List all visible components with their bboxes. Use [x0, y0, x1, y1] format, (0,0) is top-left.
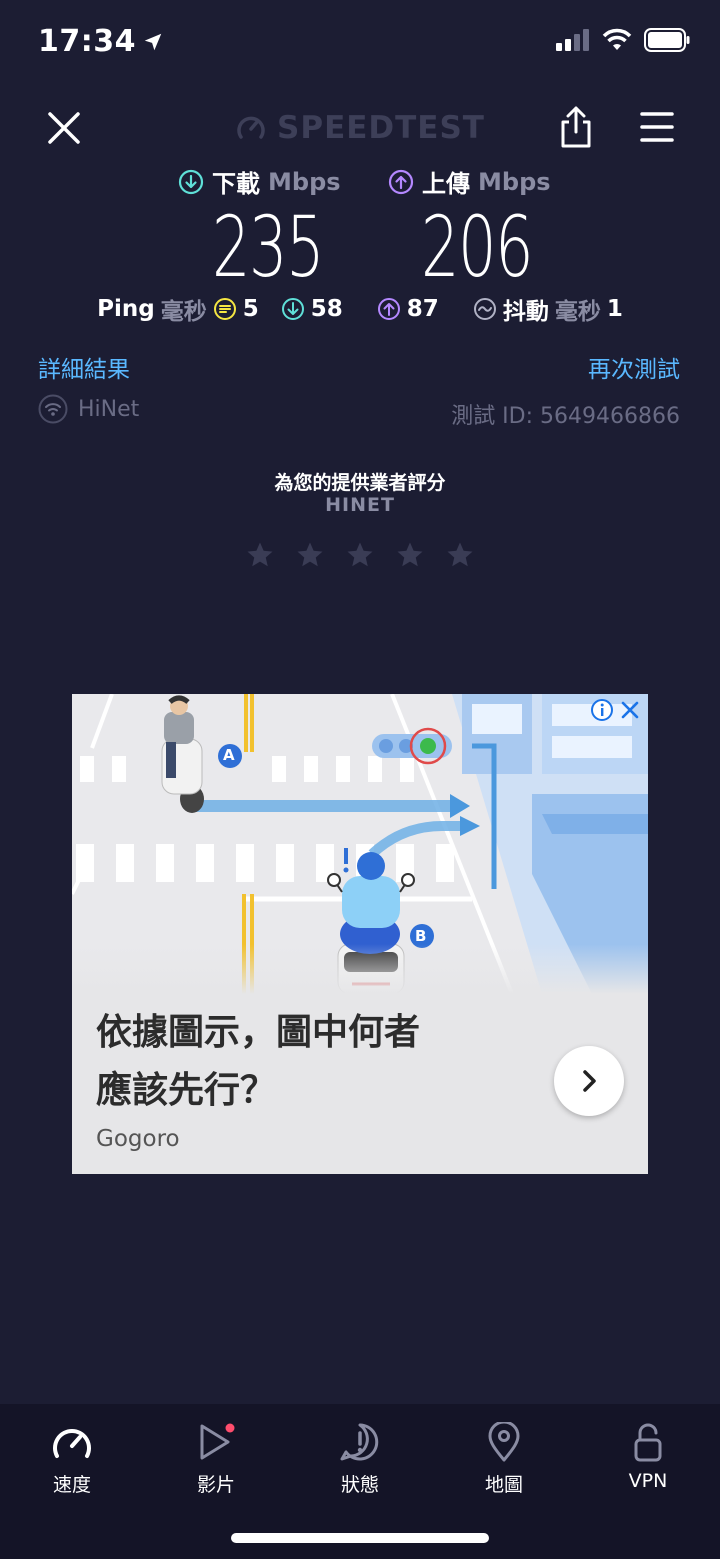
download-arrow-icon	[178, 169, 204, 194]
isp-info: HiNet	[38, 394, 139, 424]
ad-label-b: B	[415, 927, 427, 945]
star-4-icon[interactable]	[395, 540, 425, 570]
nav-map-label: 地圖	[484, 1474, 523, 1496]
speedtest-logo: SPEEDTEST	[0, 110, 720, 146]
alert-icon	[340, 1423, 379, 1461]
home-indicator[interactable]	[231, 1533, 489, 1543]
ping-idle-value: 5	[242, 296, 259, 322]
jitter: 抖動 毫秒 1	[473, 292, 623, 326]
nav-speed[interactable]: 速度	[12, 1422, 132, 1497]
ping-download-value: 58	[310, 296, 343, 322]
ad-label-a: A	[223, 746, 235, 764]
status-bar-indicators	[556, 28, 690, 52]
download-title: 下載	[212, 170, 260, 198]
ad-illustration	[72, 694, 648, 994]
cellular-signal-icon	[556, 29, 589, 51]
share-icon	[561, 106, 591, 148]
isp-name: HiNet	[78, 396, 140, 422]
location-arrow-icon	[144, 33, 162, 50]
ad-cta-button[interactable]	[554, 1046, 624, 1116]
speedtest-gauge-icon	[237, 116, 265, 139]
battery-icon	[644, 28, 690, 52]
ping-unit: 毫秒	[160, 299, 207, 325]
wifi-icon	[602, 28, 632, 50]
star-3-icon[interactable]	[345, 540, 375, 570]
ad-headline: 依據圖示，圖中何者 應該先行？	[96, 1004, 536, 1120]
idle-latency-icon	[213, 298, 236, 320]
rating-provider: HINET	[325, 494, 395, 516]
nav-vpn-label: VPN	[628, 1470, 668, 1492]
star-5-icon[interactable]	[445, 540, 475, 570]
ad-info-icon[interactable]	[590, 698, 614, 722]
ad-headline-line1: 依據圖示，圖中何者	[96, 1012, 421, 1053]
ping-idle: 5	[213, 296, 259, 322]
download-label: 下載 Mbps	[178, 164, 341, 199]
ping-download: 58	[281, 296, 343, 322]
map-pin-icon	[488, 1422, 520, 1462]
share-button[interactable]	[556, 104, 596, 150]
wifi-provider-icon	[38, 394, 68, 424]
ad-advertiser: Gogoro	[96, 1126, 180, 1152]
star-1-icon[interactable]	[245, 540, 275, 570]
test-id: 測試 ID: 5649466866	[451, 404, 680, 429]
nav-video-label: 影片	[196, 1474, 235, 1496]
nav-status-label: 狀態	[340, 1474, 379, 1496]
status-bar-time: 17:34	[38, 24, 164, 59]
download-unit: Mbps	[268, 167, 341, 196]
nav-video[interactable]: 影片	[156, 1422, 276, 1497]
upload-unit: Mbps	[478, 167, 551, 196]
brand-name: SPEEDTEST	[277, 110, 485, 146]
nav-speed-label: 速度	[52, 1474, 91, 1496]
jitter-icon	[473, 298, 496, 320]
play-icon	[200, 1423, 235, 1460]
rating-title: 為您的提供業者評分	[274, 472, 446, 494]
upload-label: 上傳 Mbps	[388, 164, 551, 199]
nav-map[interactable]: 地圖	[444, 1422, 564, 1497]
ping-upload: 87	[377, 296, 439, 322]
retest-link[interactable]: 再次測試	[588, 350, 680, 384]
nav-status[interactable]: 狀態	[300, 1422, 420, 1497]
jitter-value: 1	[606, 296, 623, 322]
download-latency-icon	[281, 298, 304, 320]
ad-choices[interactable]	[590, 698, 642, 722]
hamburger-menu-icon	[640, 112, 674, 142]
details-link[interactable]: 詳細結果	[38, 350, 130, 384]
rating-stars	[0, 540, 720, 570]
lock-icon	[634, 1423, 662, 1462]
ping-upload-value: 87	[406, 296, 439, 322]
ad-close-icon[interactable]	[618, 698, 642, 722]
upload-title: 上傳	[422, 170, 470, 198]
chevron-right-icon	[583, 1070, 596, 1092]
nav-vpn[interactable]: VPN	[588, 1422, 708, 1492]
ping-label: Ping	[97, 296, 155, 322]
latency-row: Ping 毫秒 5 58 87 抖動 毫秒 1	[0, 292, 720, 326]
jitter-label: 抖動	[502, 299, 549, 325]
jitter-unit: 毫秒	[554, 299, 601, 325]
clock-text: 17:34	[38, 24, 136, 59]
upload-latency-icon	[377, 298, 400, 320]
upload-arrow-icon	[388, 169, 414, 194]
upload-speed-value: 206	[421, 198, 534, 296]
advertisement[interactable]: A B 依據圖示，圖中何者 應該先行？ Gogoro	[72, 694, 648, 1174]
ad-headline-line2: 應該先行？	[96, 1070, 277, 1111]
star-2-icon[interactable]	[295, 540, 325, 570]
speed-gauge-icon	[53, 1429, 91, 1458]
menu-button[interactable]	[638, 108, 676, 146]
download-speed-value: 235	[212, 198, 325, 296]
